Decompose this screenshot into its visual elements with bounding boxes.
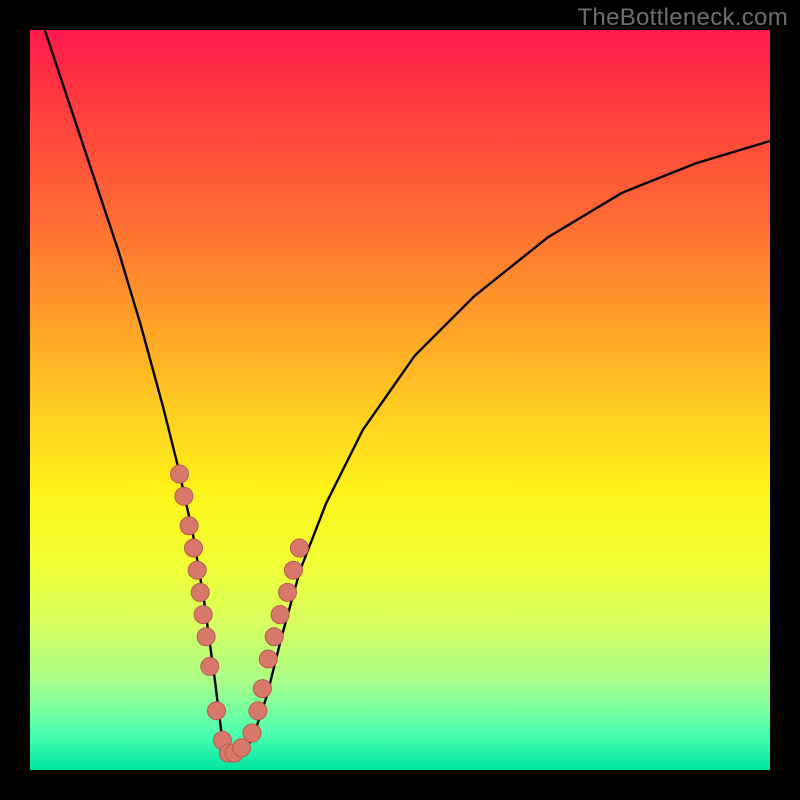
marker-point — [279, 583, 297, 601]
marker-point — [185, 539, 203, 557]
outer-frame: TheBottleneck.com — [0, 0, 800, 800]
marker-point — [290, 539, 308, 557]
marker-point — [253, 680, 271, 698]
chart-svg — [30, 30, 770, 770]
marker-point — [271, 606, 289, 624]
marker-point — [194, 606, 212, 624]
plot-area — [30, 30, 770, 770]
marker-point — [208, 702, 226, 720]
marker-point — [259, 650, 277, 668]
watermark-text: TheBottleneck.com — [577, 4, 788, 32]
marker-point — [191, 583, 209, 601]
marker-point — [265, 628, 283, 646]
marker-group — [171, 465, 309, 762]
marker-point — [188, 561, 206, 579]
marker-point — [201, 657, 219, 675]
marker-point — [243, 724, 261, 742]
marker-point — [175, 487, 193, 505]
marker-point — [284, 561, 302, 579]
marker-point — [171, 465, 189, 483]
bottleneck-curve — [45, 30, 770, 755]
marker-point — [197, 628, 215, 646]
marker-point — [180, 517, 198, 535]
marker-point — [249, 702, 267, 720]
